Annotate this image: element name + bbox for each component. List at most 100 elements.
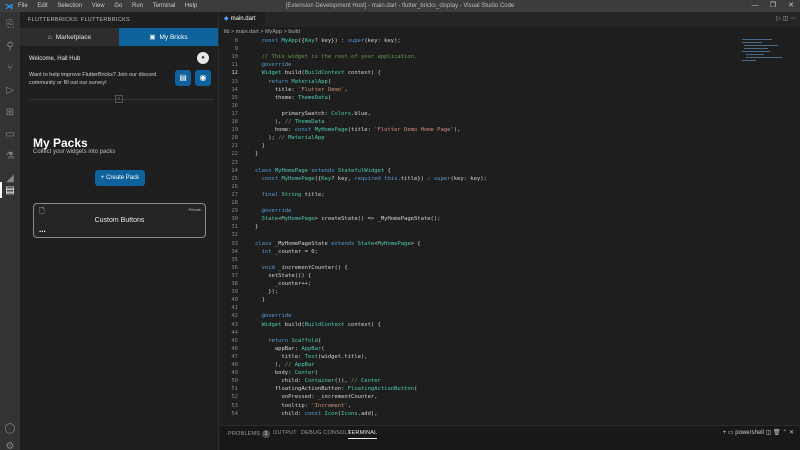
menu-help[interactable]: Help <box>185 3 197 9</box>
code-text: floatingActionButton: FloatingActionButt… <box>255 386 418 393</box>
code-text: return MaterialApp( <box>268 78 332 85</box>
menu-bar: File Edit Selection View Go Run Terminal… <box>18 3 205 9</box>
line-number: 26 <box>231 183 238 190</box>
code-text: setState(() { <box>255 272 312 279</box>
panel-tab-problems[interactable]: PROBLEMS 1 <box>228 430 271 438</box>
line-number: 13 <box>231 78 238 85</box>
line-number: 41 <box>231 305 238 312</box>
minimize-icon[interactable]: — <box>746 0 764 12</box>
run-icon[interactable]: ▷ <box>776 16 781 22</box>
code-line: 18 ), // ThemeData <box>220 118 740 126</box>
line-number: 24 <box>231 167 238 174</box>
line-number: 36 <box>231 264 238 271</box>
menu-go[interactable]: Go <box>114 3 122 9</box>
split-editor-icon[interactable]: ◫ <box>783 16 789 22</box>
code-line: 29 @override <box>220 207 740 215</box>
source-control-icon[interactable]: ⑂ <box>2 60 18 76</box>
code-line: 54 child: const Icon(Icons.add), <box>220 410 740 418</box>
line-number: 44 <box>231 329 238 336</box>
line-number: 45 <box>231 337 238 344</box>
home-icon: ⌂ <box>47 33 52 41</box>
explorer-icon[interactable]: ⎘ <box>2 16 18 32</box>
survey-icon: ▤ <box>179 73 187 82</box>
extensions-icon[interactable]: ⊞ <box>2 104 18 120</box>
more-actions-icon[interactable]: ⋯ <box>790 16 796 22</box>
code-text: onPressed: _incrementCounter, <box>255 394 378 401</box>
code-editor[interactable]: 8 const MyApp({Key? key}) : super(key: k… <box>220 37 740 425</box>
code-line: 14 title: 'Flutter Demo', <box>220 86 740 94</box>
split-terminal-icon[interactable]: ◫ <box>766 430 772 436</box>
minimap[interactable] <box>740 37 792 117</box>
code-line: 16 <box>220 102 740 110</box>
sidebar-header: FLUTTERBRICKS: FLUTTERBRICKS <box>28 17 130 23</box>
code-line: 46 appBar: AppBar( <box>220 345 740 353</box>
menu-terminal[interactable]: Terminal <box>153 3 176 9</box>
kill-terminal-icon[interactable]: 🗑 <box>773 430 781 436</box>
code-text: title: 'Flutter Demo', <box>255 86 348 93</box>
avatar[interactable]: ● <box>197 52 209 64</box>
editor-scrollbar[interactable] <box>792 37 800 425</box>
line-number: 47 <box>231 353 238 360</box>
search-icon[interactable]: ⚲ <box>2 38 18 54</box>
line-number: 46 <box>231 345 238 352</box>
code-line: 25 const MyHomePage({Key? key, required … <box>220 175 740 183</box>
account-icon[interactable]: ◯ <box>2 420 18 436</box>
line-number: 21 <box>231 143 238 150</box>
settings-gear-icon[interactable]: ⚙ <box>2 438 18 450</box>
maximize-panel-icon[interactable]: ⌃ <box>782 430 787 436</box>
code-text: ), // ThemeData <box>255 119 325 125</box>
close-panel-icon[interactable]: ✕ <box>789 430 794 436</box>
panel-tab-terminal[interactable]: TERMINAL <box>348 430 378 439</box>
line-number: 16 <box>231 102 238 109</box>
discord-button[interactable]: ◉ <box>195 70 211 86</box>
breadcrumb[interactable]: lib > main.dart > MyApp > build <box>220 27 800 37</box>
line-number: 32 <box>231 232 238 239</box>
dart-file-icon: ◆ <box>224 16 229 22</box>
tab-my-bricks[interactable]: ▣ My Bricks <box>119 28 218 46</box>
code-line: 31} <box>220 223 740 231</box>
code-line: 10 // This widget is the root of your ap… <box>220 53 740 61</box>
create-pack-button[interactable]: + Create Pack <box>95 170 145 186</box>
pack-card[interactable]: 🗋 Private Custom Buttons ... <box>33 203 206 238</box>
vscode-window: ⋊ File Edit Selection View Go Run Termin… <box>0 0 800 450</box>
code-line: 51 floatingActionButton: FloatingActionB… <box>220 385 740 393</box>
menu-run[interactable]: Run <box>132 3 143 9</box>
pack-menu-icon[interactable]: ... <box>39 225 46 234</box>
code-line: 8 const MyApp({Key? key}) : super(key: k… <box>220 37 740 45</box>
code-line: 42 @override <box>220 312 740 320</box>
menu-selection[interactable]: Selection <box>57 3 82 9</box>
panel-tab-debug-console[interactable]: DEBUG CONSOLE <box>301 430 352 436</box>
line-number: 43 <box>231 321 238 328</box>
testing-icon[interactable]: ⚗ <box>2 148 18 164</box>
close-icon[interactable]: ✕ <box>782 0 800 12</box>
panel-tab-output[interactable]: OUTPUT <box>273 430 297 436</box>
code-line: 48 ), // AppBar <box>220 361 740 369</box>
flutterbricks-icon[interactable]: ▤ <box>0 182 18 198</box>
code-text: final String title; <box>261 191 325 198</box>
window-controls: — ❐ ✕ <box>746 0 800 12</box>
collapse-icon[interactable]: ≡ <box>115 95 123 103</box>
remote-explorer-icon[interactable]: ▭ <box>2 126 18 142</box>
editor-tab-main-dart[interactable]: ◆ main.dart <box>220 12 265 27</box>
line-number: 12 <box>231 70 238 77</box>
restore-icon[interactable]: ❐ <box>764 0 782 12</box>
code-line: 34 int _counter = 0; <box>220 248 740 256</box>
menu-file[interactable]: File <box>18 3 28 9</box>
code-line: 53 tooltip: 'Increment', <box>220 402 740 410</box>
terminal-shell-label[interactable]: powershell <box>735 430 764 436</box>
line-number: 22 <box>231 151 238 158</box>
code-text: // This widget is the root of your appli… <box>255 54 418 61</box>
line-number: 42 <box>231 313 238 320</box>
activity-bar: ⎘ ⚲ ⑂ ▷ ⊞ ▭ ⚗ ◢ ▤ ◯ ⚙ <box>0 12 20 450</box>
menu-edit[interactable]: Edit <box>37 3 47 9</box>
tab-marketplace[interactable]: ⌂ Marketplace <box>20 28 119 46</box>
line-number: 49 <box>231 370 238 377</box>
menu-view[interactable]: View <box>92 3 105 9</box>
survey-button[interactable]: ▤ <box>175 70 191 86</box>
pack-name: Custom Buttons <box>94 217 145 224</box>
code-text: ); // MaterialApp <box>255 135 325 142</box>
code-line: 22} <box>220 150 740 158</box>
new-terminal-icon[interactable]: + <box>723 430 727 436</box>
bricks-icon: ▣ <box>149 34 156 41</box>
run-debug-icon[interactable]: ▷ <box>2 82 18 98</box>
